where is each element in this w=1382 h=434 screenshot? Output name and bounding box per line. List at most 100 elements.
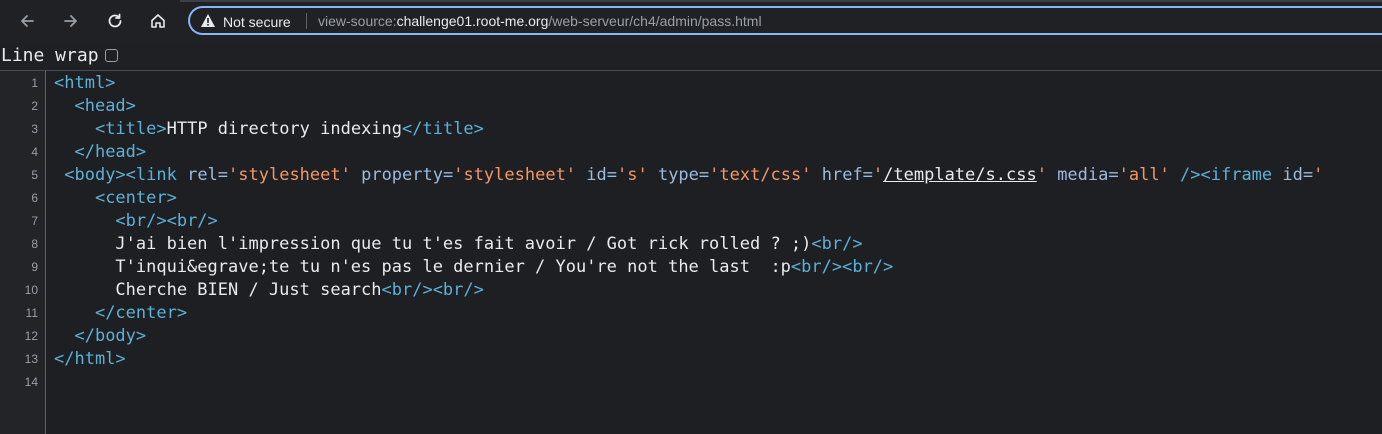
source-line: 8 J'ai bien l'impression que tu t'es fai… bbox=[0, 233, 1382, 256]
code-token: </body> bbox=[74, 326, 147, 346]
line-code: <body><link rel='stylesheet' property='s… bbox=[54, 164, 1323, 187]
code-token: href= bbox=[811, 165, 873, 185]
reload-button[interactable] bbox=[100, 6, 130, 36]
arrow-right-icon bbox=[62, 12, 80, 30]
line-number: 6 bbox=[31, 191, 38, 205]
line-number: 3 bbox=[31, 122, 38, 136]
security-label: Not secure bbox=[223, 13, 291, 30]
line-number: 12 bbox=[24, 329, 38, 343]
code-token: <html> bbox=[54, 73, 116, 93]
source-link[interactable]: /template/s.css bbox=[883, 165, 1037, 185]
forward-button[interactable] bbox=[56, 6, 86, 36]
line-wrap-label: Line wrap bbox=[1, 45, 99, 66]
line-number: 4 bbox=[31, 145, 38, 159]
line-code: J'ai bien l'impression que tu t'es fait … bbox=[54, 233, 863, 256]
code-token: <center> bbox=[94, 188, 177, 208]
source-line: 7 <br/><br/> bbox=[0, 210, 1382, 233]
source-line: 14 bbox=[0, 371, 1382, 394]
url-prefix: view-source: bbox=[318, 13, 397, 29]
line-code: </body> bbox=[54, 325, 146, 348]
code-token: 'stylesheet' bbox=[453, 165, 577, 185]
source-line: 13 </html> bbox=[0, 348, 1382, 371]
code-token: Cherche BIEN / Just search bbox=[54, 280, 382, 300]
warning-icon bbox=[200, 13, 216, 31]
line-wrap-checkbox[interactable] bbox=[104, 49, 118, 62]
url-path: /web-serveur/ch4/admin/pass.html bbox=[548, 13, 762, 29]
line-code: <head> bbox=[54, 95, 136, 118]
line-wrap-bar: Line wrap bbox=[0, 42, 1382, 71]
line-number: 9 bbox=[31, 260, 38, 274]
source-line: 11 </center> bbox=[0, 302, 1382, 325]
address-bar[interactable]: Not secure view-source:challenge01.root-… bbox=[188, 6, 1382, 35]
source-line: 9 T'inqui&egrave;te tu n'es pas le derni… bbox=[0, 256, 1382, 279]
code-token: ' bbox=[872, 165, 884, 185]
line-code: <center> bbox=[54, 187, 177, 210]
code-token: </center> bbox=[94, 303, 188, 323]
line-code: T'inqui&egrave;te tu n'es pas le dernier… bbox=[54, 256, 893, 279]
code-token: </head> bbox=[74, 142, 147, 162]
code-token: </html> bbox=[54, 349, 126, 369]
source-line: 10 Cherche BIEN / Just search<br/><br/> bbox=[0, 279, 1382, 302]
code-token: id= bbox=[576, 165, 617, 185]
code-token: type= bbox=[647, 165, 710, 185]
code-token: </title> bbox=[402, 119, 484, 139]
line-number: 1 bbox=[31, 76, 38, 90]
source-line: 5 <body><link rel='stylesheet' property=… bbox=[0, 164, 1382, 187]
code-token: /><iframe bbox=[1169, 165, 1283, 185]
code-token: <body><link bbox=[64, 165, 188, 185]
home-button[interactable] bbox=[143, 6, 173, 36]
line-code: <html> bbox=[54, 72, 115, 95]
line-number: 8 bbox=[31, 237, 38, 251]
code-token: 'stylesheet' bbox=[228, 165, 351, 185]
line-code: </html> bbox=[54, 348, 126, 371]
source-line: 12 </body> bbox=[0, 325, 1382, 348]
arrow-left-icon bbox=[18, 12, 36, 30]
line-number: 14 bbox=[24, 375, 38, 389]
source-line: 3 <title>HTTP directory indexing</title> bbox=[0, 118, 1382, 141]
source-viewer: 1 <html> 2 <head> 3 <title>HTTP directory i… bbox=[0, 71, 1382, 434]
address-divider bbox=[306, 13, 307, 29]
line-code: </center> bbox=[54, 302, 187, 325]
back-button[interactable] bbox=[12, 6, 42, 36]
code-token: property= bbox=[350, 165, 454, 185]
code-token: T'inqui&egrave;te tu n'es pas le dernier… bbox=[54, 257, 791, 277]
line-number: 2 bbox=[31, 99, 38, 113]
code-token: rel= bbox=[187, 165, 229, 185]
line-number: 5 bbox=[31, 168, 38, 182]
code-token: ' bbox=[1313, 165, 1324, 185]
code-token: ' bbox=[1036, 165, 1047, 185]
code-token: <br/><br/> bbox=[790, 257, 894, 277]
home-icon bbox=[149, 12, 167, 30]
code-token: <br/><br/> bbox=[115, 211, 218, 231]
source-line: 1 <html> bbox=[0, 72, 1382, 95]
line-wrap-toggle[interactable]: Line wrap bbox=[1, 45, 118, 66]
line-code: </head> bbox=[54, 141, 146, 164]
line-number: 10 bbox=[24, 283, 38, 297]
line-number: 13 bbox=[24, 352, 38, 366]
url-text[interactable]: view-source:challenge01.root-me.org/web-… bbox=[318, 13, 762, 29]
code-token: <br/> bbox=[811, 234, 863, 254]
code-token: HTTP directory indexing bbox=[166, 119, 403, 139]
line-number: 11 bbox=[25, 306, 38, 320]
code-token: <br/><br/> bbox=[381, 280, 484, 300]
security-chip[interactable]: Not secure bbox=[200, 12, 291, 31]
reload-icon bbox=[106, 12, 124, 30]
source-line: 6 <center> bbox=[0, 187, 1382, 210]
source-line: 4 </head> bbox=[0, 141, 1382, 164]
code-token: media= bbox=[1046, 165, 1119, 185]
url-host: challenge01.root-me.org bbox=[396, 13, 549, 29]
code-token: 'all' bbox=[1118, 165, 1170, 185]
code-token: id= bbox=[1282, 165, 1314, 185]
code-token: <title> bbox=[94, 119, 167, 139]
line-code: Cherche BIEN / Just search<br/><br/> bbox=[54, 279, 484, 302]
line-number: 7 bbox=[31, 214, 38, 228]
code-token: <head> bbox=[74, 96, 136, 116]
